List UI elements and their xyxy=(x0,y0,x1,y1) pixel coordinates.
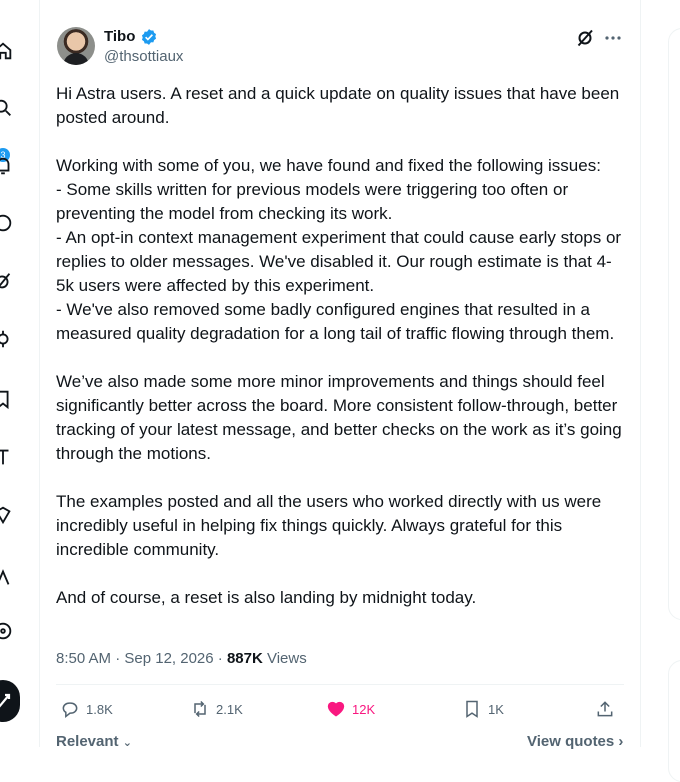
sidebar-card xyxy=(668,660,680,782)
post-paragraph: And of course, a reset is also landing b… xyxy=(56,588,477,607)
post-paragraph: Hi Astra users. A reset and a quick upda… xyxy=(56,84,620,127)
post-paragraph: Working with some of you, we have found … xyxy=(56,156,622,343)
reply-icon xyxy=(62,702,78,719)
avatar[interactable] xyxy=(57,27,95,65)
author-handle[interactable]: @thsottiaux xyxy=(104,48,183,65)
view-quotes-link[interactable]: View quotes › xyxy=(527,733,623,750)
heart-icon xyxy=(327,701,345,717)
like-button[interactable]: 12K xyxy=(326,698,375,720)
communities-icon[interactable] xyxy=(0,328,14,350)
reply-button[interactable]: 1.8K xyxy=(60,698,113,720)
home-icon[interactable] xyxy=(0,40,14,62)
views-label: Views xyxy=(262,650,307,667)
notifications-icon[interactable] xyxy=(0,155,14,177)
bookmarks-nav-icon[interactable] xyxy=(0,388,14,410)
repost-button[interactable]: 2.1K xyxy=(190,698,243,720)
post-timestamp[interactable]: 8:50 AM · Sep 12, 2026 · xyxy=(56,650,227,667)
lists-icon[interactable] xyxy=(0,446,14,468)
share-button[interactable] xyxy=(595,698,621,720)
repost-icon xyxy=(194,700,206,718)
post-body: Hi Astra users. A reset and a quick upda… xyxy=(56,82,626,610)
like-count: 12K xyxy=(352,701,376,717)
views-count: 887K xyxy=(226,650,263,667)
reply-sort-label: Relevant xyxy=(56,733,119,750)
reply-count: 1.8K xyxy=(86,701,113,717)
verified-badge-icon xyxy=(141,29,157,45)
post-compose-button[interactable] xyxy=(0,680,20,722)
sidebar-card xyxy=(668,28,680,620)
post-paragraph: We’ve also made some more minor improvem… xyxy=(56,372,622,463)
more-options-icon[interactable] xyxy=(603,28,623,48)
chevron-right-icon: › xyxy=(618,733,624,750)
author-name[interactable]: Tibo xyxy=(104,28,135,45)
left-navigation: 3 xyxy=(0,0,40,747)
grok-icon[interactable] xyxy=(575,28,595,48)
share-icon xyxy=(597,701,613,717)
post: Tibo @thsottiaux Hi Astra users. A reset… xyxy=(40,0,640,750)
repost-count: 2.1K xyxy=(216,701,243,717)
grok-nav-icon[interactable] xyxy=(0,270,14,292)
bookmark-count: 1K xyxy=(488,701,504,717)
search-icon[interactable] xyxy=(0,97,14,119)
chevron-down-icon: ⌄ xyxy=(122,737,132,749)
bookmark-icon xyxy=(466,700,478,718)
view-quotes-label: View quotes xyxy=(527,733,615,750)
more-nav-icon[interactable] xyxy=(0,620,14,642)
bookmark-button[interactable]: 1K xyxy=(462,698,504,720)
post-metadata: 8:50 AM · Sep 12, 2026 · 887K Views xyxy=(56,650,307,667)
post-paragraph: The examples posted and all the users wh… xyxy=(56,492,602,559)
profile-icon[interactable] xyxy=(0,566,14,588)
column-border-right xyxy=(640,0,641,747)
reply-sort-dropdown[interactable]: Relevant ⌄ xyxy=(56,733,132,750)
divider xyxy=(56,684,624,685)
premium-icon[interactable] xyxy=(0,504,14,526)
messages-icon[interactable] xyxy=(0,212,14,234)
